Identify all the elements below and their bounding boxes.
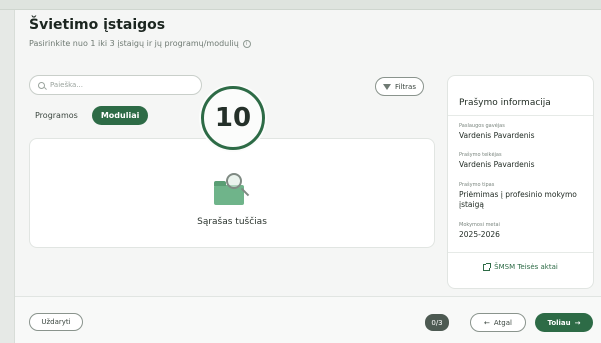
institutions-modal: Švietimo įstaigos Pasirinkite nuo 1 iki …: [14, 10, 601, 343]
field-value: Vardenis Pavardenis: [459, 131, 535, 140]
empty-folder-icon: [212, 173, 252, 207]
info-panel-title: Prašymo informacija: [459, 98, 551, 108]
field-value: Vardenis Pavardenis: [459, 160, 535, 169]
page-title: Švietimo įstaigos: [29, 17, 166, 33]
page-subtitle: Pasirinkite nuo 1 iki 3 įstaigų ir jų pr…: [29, 39, 251, 48]
empty-list-text: Sąrašas tuščias: [197, 217, 267, 227]
search-icon: [38, 81, 45, 89]
legal-acts-link[interactable]: ŠMSM Teisės aktai: [448, 262, 593, 271]
field-label: Paslaugos gavėjas: [459, 123, 505, 129]
field-value: 2025-2026: [459, 230, 500, 239]
divider: [448, 252, 593, 253]
tab-programs[interactable]: Programos: [29, 107, 84, 124]
field-request-submitter: Prašymo teikėjas Vardenis Pavardenis: [459, 152, 589, 170]
modal-footer: Uždaryti 0/3 ← Atgal Toliau →: [15, 296, 601, 343]
next-label: Toliau: [547, 318, 571, 327]
tab-modules[interactable]: Moduliai: [91, 106, 149, 125]
field-request-type: Prašymo tipas Priėmimas į profesinio mok…: [459, 182, 589, 210]
background-topbar: [0, 0, 601, 10]
search-box[interactable]: [29, 75, 202, 95]
field-school-year: Mokymosi metai 2025-2026: [459, 222, 589, 240]
arrow-left-icon: ←: [484, 318, 490, 327]
results-list: Sąrašas tuščias: [29, 138, 435, 248]
magnifier-shape: [226, 173, 242, 189]
request-info-panel: Prašymo informacija Paslaugos gavėjas Va…: [447, 75, 594, 289]
filter-label: Filtras: [395, 82, 416, 91]
back-label: Atgal: [493, 318, 512, 327]
field-value: Priėmimas į profesinio mokymo įstaigą: [459, 190, 577, 209]
field-label: Prašymo teikėjas: [459, 152, 502, 158]
legal-acts-label: ŠMSM Teisės aktai: [494, 263, 558, 271]
field-label: Prašymo tipas: [459, 182, 495, 188]
subtitle-text: Pasirinkite nuo 1 iki 3 įstaigų ir jų pr…: [29, 39, 239, 48]
divider: [448, 115, 593, 116]
filter-button[interactable]: Filtras: [375, 77, 424, 96]
filter-icon: [383, 83, 392, 90]
field-label: Mokymosi metai: [459, 222, 500, 228]
folder-shape: [214, 181, 244, 205]
step-number-badge: 10: [201, 86, 265, 150]
next-button[interactable]: Toliau →: [535, 313, 593, 332]
selection-counter: 0/3: [425, 314, 449, 331]
arrow-right-icon: →: [574, 318, 581, 327]
field-service-recipient: Paslaugos gavėjas Vardenis Pavardenis: [459, 123, 589, 141]
search-input[interactable]: [50, 81, 190, 89]
info-icon[interactable]: i: [242, 39, 251, 48]
back-button[interactable]: ← Atgal: [470, 313, 526, 332]
external-link-icon: [483, 262, 492, 271]
close-button[interactable]: Uždaryti: [29, 313, 83, 331]
tab-bar: Programos Moduliai: [29, 106, 149, 125]
